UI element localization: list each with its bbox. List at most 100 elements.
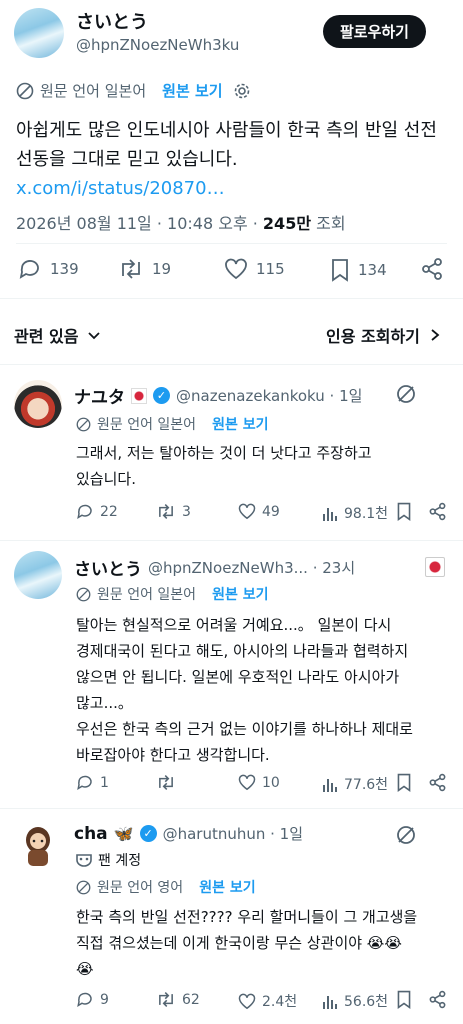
views-button[interactable]: 77.6천: [322, 774, 388, 794]
author-name[interactable]: さいとう: [74, 555, 142, 580]
share-button[interactable]: [420, 257, 444, 281]
grok-icon[interactable]: [395, 383, 417, 405]
reply-text-line: 우선은 한국 측의 근거 없는 이야기를 하나하나 제대로: [76, 720, 413, 738]
gear-icon[interactable]: [233, 82, 251, 100]
translate-label: 원문 언어 영어: [97, 880, 184, 896]
show-original-link[interactable]: 원본 보기: [212, 584, 268, 604]
share-button[interactable]: [428, 502, 447, 521]
views-button[interactable]: 98.1천: [322, 503, 388, 523]
repost-icon: [159, 504, 173, 519]
reply-text-line: 😭: [76, 960, 94, 978]
bookmark-button[interactable]: 134: [330, 258, 387, 282]
repost-icon: [159, 992, 173, 1007]
show-original-link[interactable]: 원본 보기: [162, 80, 222, 101]
reply-button[interactable]: 1: [76, 774, 109, 791]
author-handle[interactable]: @nazenazekankoku · 1일: [176, 385, 362, 406]
repost-count: 19: [152, 260, 172, 278]
verified-badge-icon: ✓: [153, 387, 170, 404]
reply-action-bar: 1 10 77.6천: [76, 773, 448, 795]
author-name[interactable]: cha: [74, 824, 108, 844]
repost-button[interactable]: [156, 774, 182, 791]
avatar[interactable]: [16, 820, 60, 870]
reply-button[interactable]: 139: [18, 258, 79, 280]
like-icon: [238, 503, 256, 520]
author-name[interactable]: ナユタ: [74, 383, 125, 408]
reply-text-line: 직접 겪으셨는데 이게 한국이랑 무슨 상관이야 😭😭: [76, 934, 402, 952]
reply-button[interactable]: 22: [76, 503, 118, 520]
avatar[interactable]: [14, 551, 62, 599]
avatar[interactable]: [14, 380, 62, 428]
bookmark-button[interactable]: [396, 990, 412, 1009]
reply-header: ナユタ ✓ @nazenazekankoku · 1일: [74, 383, 362, 408]
author-handle[interactable]: @harutnuhun · 1일: [163, 823, 303, 844]
like-button[interactable]: 115: [224, 258, 285, 280]
related-filter[interactable]: 관련 있음: [14, 323, 102, 347]
repost-button[interactable]: 3: [156, 503, 191, 520]
reply-text: 한국 측의 반일 선전???? 우리 할머니들이 그 개고생을 직접 겪으셨는데…: [76, 904, 456, 982]
view-quotes-link[interactable]: 인용 조회하기: [326, 323, 442, 347]
bookmark-button[interactable]: [396, 773, 412, 792]
follow-button[interactable]: 팔로우하기: [323, 15, 426, 48]
reply-text: 탈아는 현실적으로 어려울 거예요...。 일본이 다시 경제대국이 된다고 해…: [76, 612, 456, 768]
divider: [16, 243, 447, 244]
views-icon: [323, 995, 337, 1009]
like-button[interactable]: 2.4천: [238, 991, 297, 1011]
post-link[interactable]: x.com/i/status/20870…: [16, 174, 456, 203]
grok-icon[interactable]: [395, 824, 417, 846]
divider: [0, 298, 463, 299]
repost-button[interactable]: 19: [118, 258, 171, 280]
author-handle[interactable]: @hpnZNoezNeWh3... · 23시: [148, 557, 355, 578]
like-count: 49: [262, 503, 280, 520]
translate-row: 원문 언어 일본어 원본 보기: [16, 80, 251, 101]
divider: [0, 364, 463, 365]
chevron-right-icon: [431, 329, 440, 341]
avatar[interactable]: [14, 8, 64, 58]
like-button[interactable]: 49: [238, 503, 280, 520]
bookmark-button[interactable]: [396, 502, 412, 521]
reply-text-line: 많고...。: [76, 694, 133, 712]
post-action-bar: 139 19 115 134: [18, 255, 448, 285]
share-icon: [429, 990, 446, 1009]
views-count: 77.6천: [344, 777, 389, 793]
divider: [0, 808, 463, 809]
mask-icon: [76, 854, 92, 867]
translate-icon: [76, 587, 91, 601]
show-original-link[interactable]: 원본 보기: [212, 414, 268, 434]
repost-count: 62: [182, 991, 200, 1008]
share-button[interactable]: [428, 773, 447, 792]
bookmark-icon: [397, 990, 411, 1009]
author-name[interactable]: さいとう: [76, 8, 148, 34]
views-label: 조회: [311, 214, 346, 233]
reply-button[interactable]: 9: [76, 991, 109, 1008]
reply-text: 그래서, 저는 탈아하는 것이 더 낫다고 주장하고 있습니다.: [76, 440, 456, 492]
views-count: 98.1천: [344, 506, 389, 522]
show-original-link[interactable]: 원본 보기: [199, 877, 255, 897]
like-button[interactable]: 10: [238, 774, 280, 791]
reply-text-line: 탈아는 현실적으로 어려울 거예요...。 일본이 다시: [76, 616, 392, 634]
post-meta: 2026년 08월 11일 · 10:48 오후 · 245만 조회: [16, 210, 346, 234]
reply-icon: [77, 504, 92, 520]
translate-label: 원문 언어 일본어: [97, 417, 197, 433]
share-icon: [422, 258, 442, 280]
translate-label: 원문 언어 일본어: [97, 587, 197, 603]
repost-count: 3: [182, 503, 191, 520]
views-icon: [323, 778, 337, 792]
reply-text-line: 바로잡아야 한다고 생각합니다.: [76, 746, 270, 764]
like-icon: [225, 258, 247, 280]
reply-count: 1: [100, 774, 109, 791]
reply-text-line: 않으면 안 됩니다. 일본에 우호적인 나라도 아시아가: [76, 668, 400, 686]
author-handle[interactable]: @hpnZNoezNeWh3ku: [76, 36, 239, 54]
like-icon: [238, 774, 256, 791]
reply-header: cha 🦋 ✓ @harutnuhun · 1일: [74, 823, 303, 844]
timestamp[interactable]: 2026년 08월 11일 · 10:48 오후 ·: [16, 214, 263, 233]
share-button[interactable]: [428, 990, 447, 1009]
share-icon: [429, 773, 446, 792]
like-icon: [238, 993, 256, 1009]
translate-row: 원문 언어 영어 원본 보기: [76, 877, 256, 897]
reply-text-line: 있습니다.: [76, 470, 136, 488]
related-label: 관련 있음: [14, 327, 79, 346]
fan-account-row: 팬 계정: [76, 850, 141, 870]
views-icon: [323, 507, 337, 521]
views-button[interactable]: 56.6천: [322, 991, 388, 1011]
repost-button[interactable]: 62: [156, 991, 200, 1008]
